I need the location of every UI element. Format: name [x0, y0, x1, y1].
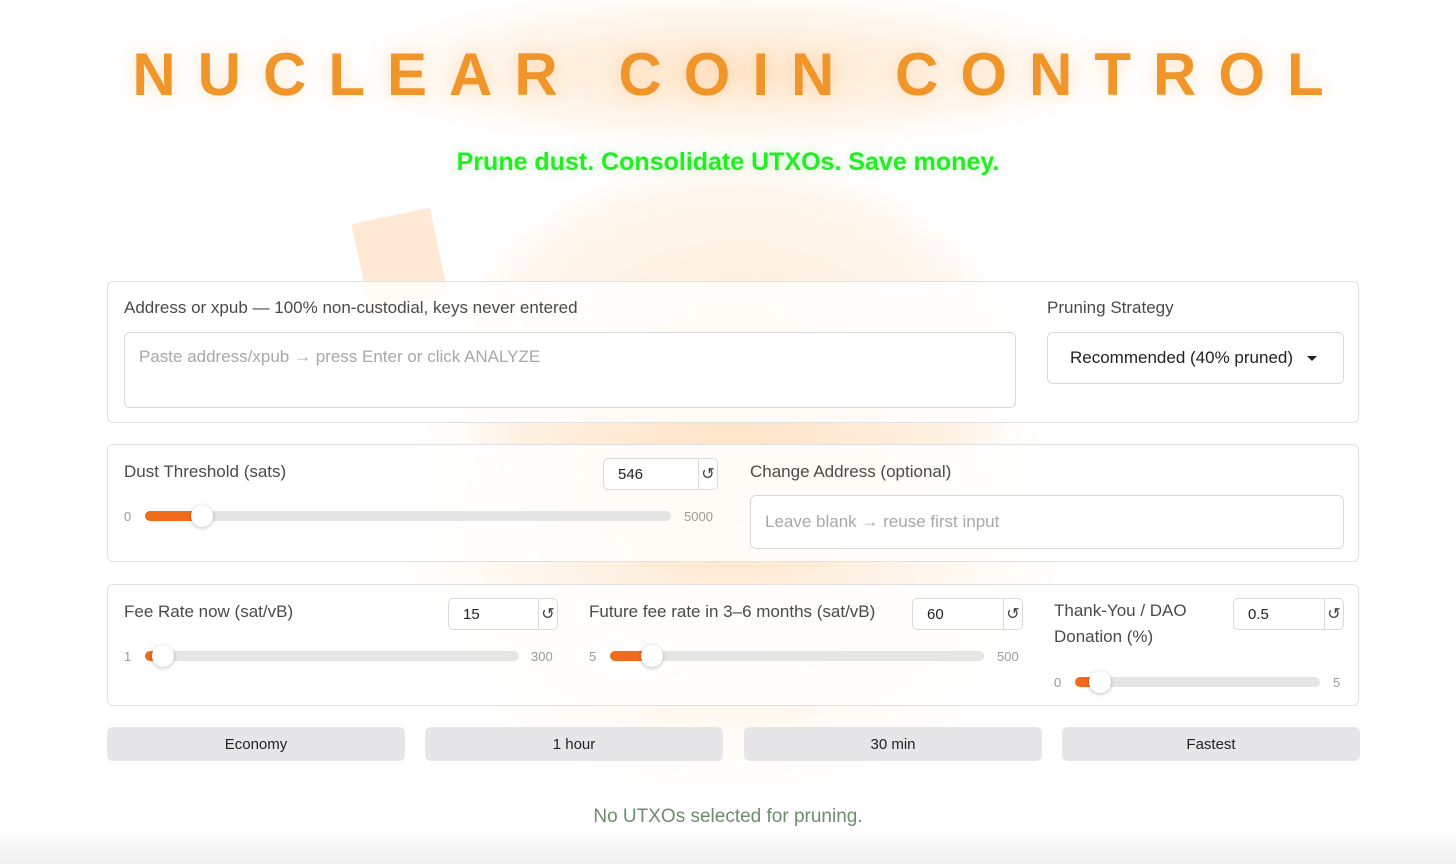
address-label: Address or xpub — 100% non-custodial, ke…	[124, 298, 578, 317]
address-input[interactable]	[124, 332, 1016, 408]
change-label: Change Address (optional)	[750, 462, 952, 481]
donation-max: 5	[1333, 675, 1341, 690]
dust-value-input[interactable]	[604, 459, 698, 489]
fee-future-label: Future fee rate in 3–6 months (sat/vB)	[589, 602, 876, 621]
fee-panel: Fee Rate now (sat/vB) ↺ 1 300 Future fee…	[107, 584, 1359, 706]
dust-slider-thumb[interactable]	[191, 505, 214, 527]
donation-slider-thumb[interactable]	[1088, 671, 1111, 693]
preset-30-min-button[interactable]: 30 min	[744, 727, 1042, 761]
dust-panel: Dust Threshold (sats) ↺ 0 5000 Change Ad…	[107, 444, 1359, 562]
strategy-selected-value: Recommended (40% pruned)	[1070, 348, 1294, 367]
caret-down-icon	[1307, 355, 1318, 361]
fee-now-min: 1	[124, 649, 132, 664]
donation-value-input[interactable]	[1234, 599, 1324, 629]
fee-future-slider[interactable]	[610, 645, 984, 667]
dust-slider[interactable]	[145, 505, 671, 527]
bottom-fade	[0, 824, 1456, 864]
address-panel: Address or xpub — 100% non-custodial, ke…	[107, 281, 1359, 423]
fee-future-max: 500	[997, 649, 1019, 664]
dust-max: 5000	[684, 509, 713, 524]
page-title: NUCLEAR COIN CONTROL	[132, 41, 1346, 108]
strategy-select[interactable]: Recommended (40% pruned)	[1047, 332, 1344, 384]
page-subtitle: Prune dust. Consolidate UTXOs. Save mone…	[456, 148, 1000, 176]
preset-economy-button[interactable]: Economy	[107, 727, 405, 761]
reset-icon[interactable]: ↺	[1003, 599, 1022, 629]
reset-icon[interactable]: ↺	[1324, 599, 1343, 629]
fee-now-number-box: ↺	[448, 598, 558, 630]
preset-1-hour-button[interactable]: 1 hour	[425, 727, 723, 761]
fee-now-value-input[interactable]	[449, 599, 538, 629]
fee-future-number-box: ↺	[912, 598, 1023, 630]
dust-number-box: ↺	[603, 458, 718, 490]
fee-now-label: Fee Rate now (sat/vB)	[124, 602, 294, 621]
donation-number-box: ↺	[1233, 598, 1344, 630]
status-message: No UTXOs selected for pruning.	[593, 806, 863, 827]
preset-fastest-button[interactable]: Fastest	[1062, 727, 1360, 761]
strategy-label: Pruning Strategy	[1047, 298, 1174, 317]
donation-min: 0	[1054, 675, 1062, 690]
donation-label: Thank-You / DAO Donation (%)	[1054, 601, 1187, 646]
donation-slider[interactable]	[1075, 671, 1320, 693]
fee-future-value-input[interactable]	[913, 599, 1003, 629]
fee-future-slider-thumb[interactable]	[640, 645, 663, 667]
reset-icon[interactable]: ↺	[538, 599, 557, 629]
fee-now-slider[interactable]	[145, 645, 519, 667]
fee-now-slider-thumb[interactable]	[151, 645, 174, 667]
fee-future-min: 5	[589, 649, 597, 664]
change-address-input[interactable]	[750, 495, 1344, 549]
fee-now-max: 300	[531, 649, 553, 664]
dust-min: 0	[124, 509, 132, 524]
dust-label: Dust Threshold (sats)	[124, 462, 287, 481]
reset-icon[interactable]: ↺	[698, 459, 717, 489]
